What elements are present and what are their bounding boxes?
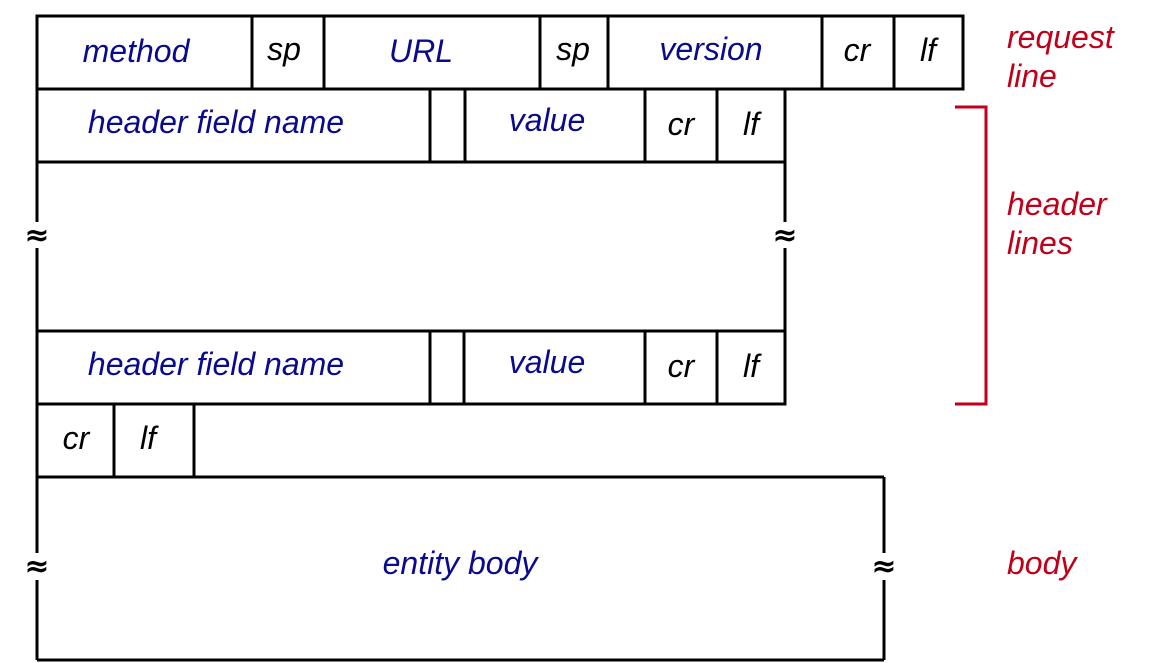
entity-body-label: entity body: [383, 545, 540, 581]
field-cr: cr: [63, 420, 91, 456]
body-label: body: [1007, 545, 1078, 581]
field-sp: sp: [556, 31, 590, 67]
header-lines-label: lines: [1007, 225, 1073, 261]
http-request-message-diagram: method sp URL sp version cr lf header fi…: [24, 14, 1115, 662]
field-lf: lf: [743, 348, 762, 384]
break-symbol: ≈: [871, 549, 896, 584]
field-lf: lf: [920, 32, 939, 68]
header-lines-label: header: [1007, 186, 1108, 222]
header-lines-bracket: [955, 105, 988, 406]
blank-line-row: cr lf: [35, 402, 196, 479]
field-header-name: header field name: [88, 346, 344, 382]
header-line-row: header field name value cr lf: [35, 87, 787, 164]
request-line-label: request: [1007, 19, 1115, 55]
field-lf: lf: [743, 106, 762, 142]
header-line-row: header field name value cr lf: [35, 329, 787, 406]
field-value: value: [509, 102, 586, 138]
field-version: version: [659, 31, 762, 67]
field-cr: cr: [668, 106, 696, 142]
header-lines-gap: ≈ ≈: [24, 162, 798, 330]
field-cr: cr: [844, 32, 872, 68]
entity-body-box: ≈ ≈ entity body: [24, 475, 897, 662]
request-line-row: method sp URL sp version cr lf: [35, 14, 965, 91]
field-lf: lf: [140, 420, 159, 456]
field-header-name: header field name: [88, 104, 344, 140]
break-symbol: ≈: [772, 218, 797, 253]
field-method: method: [83, 33, 191, 69]
break-symbol: ≈: [24, 549, 49, 584]
field-sp: sp: [267, 31, 301, 67]
break-symbol: ≈: [24, 218, 49, 253]
field-value: value: [509, 344, 586, 380]
request-line-label: line: [1007, 58, 1057, 94]
field-url: URL: [389, 33, 453, 69]
field-cr: cr: [668, 348, 696, 384]
